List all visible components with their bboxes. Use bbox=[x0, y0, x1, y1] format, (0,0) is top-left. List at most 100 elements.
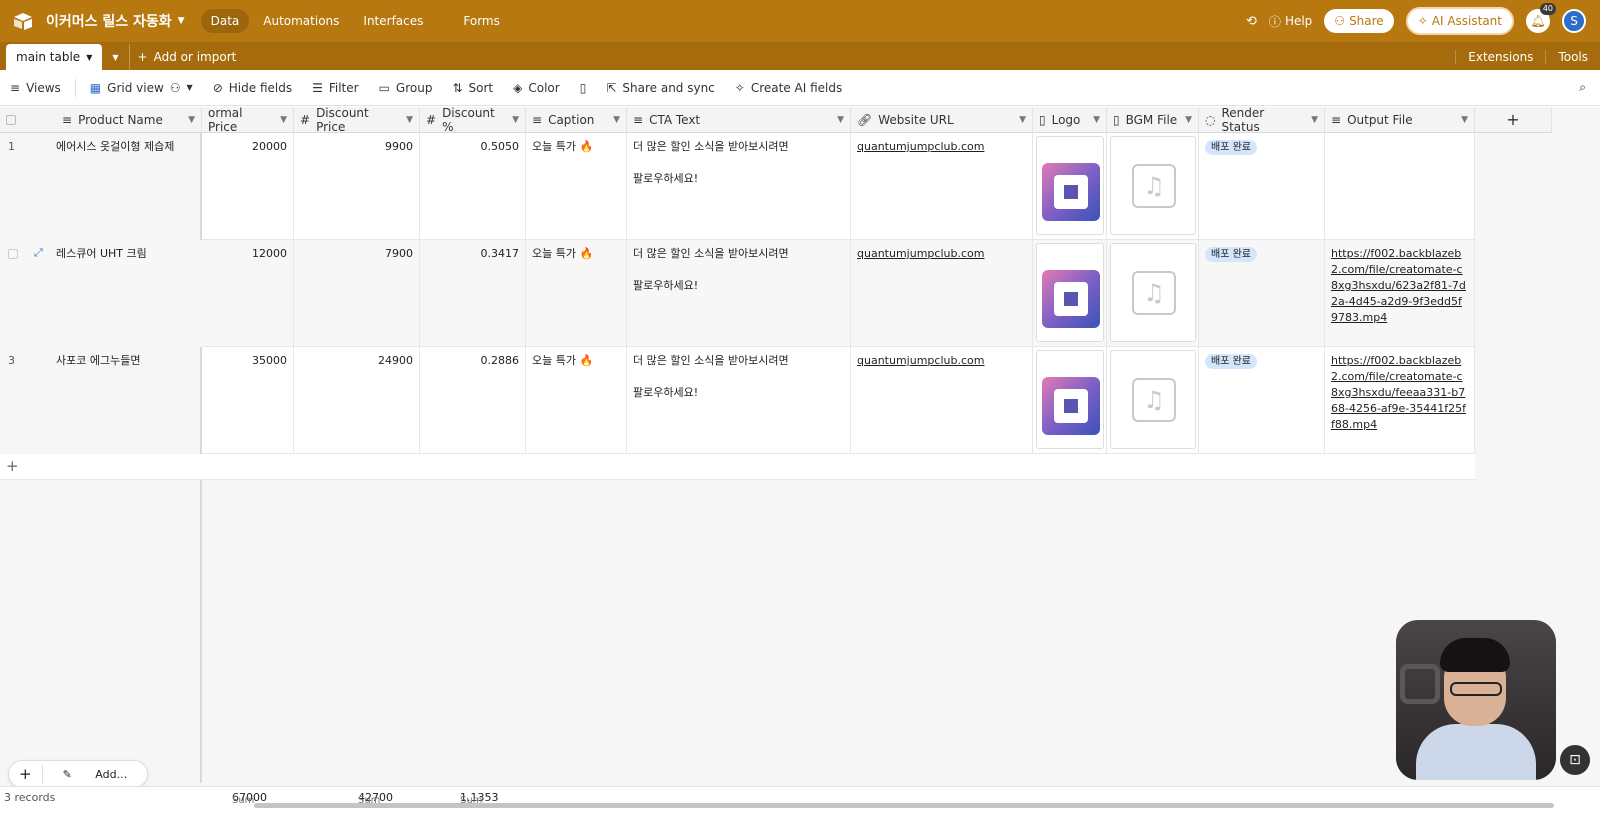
color-button[interactable]: ◈ Color bbox=[503, 81, 570, 95]
create-ai-fields-button[interactable]: ✧ Create AI fields bbox=[725, 81, 852, 95]
url-link[interactable]: quantumjumpclub.com bbox=[857, 140, 984, 153]
cell-normal-price[interactable]: 12000 bbox=[202, 240, 294, 347]
bgm-thumbnail[interactable]: ♫ bbox=[1110, 136, 1196, 235]
cell-output-file[interactable]: https://f002.backblazeb2.com/file/creato… bbox=[1325, 347, 1475, 454]
url-link[interactable]: quantumjumpclub.com bbox=[857, 354, 984, 367]
filter-button[interactable]: ☰ Filter bbox=[302, 81, 368, 95]
cell-logo[interactable] bbox=[1033, 347, 1107, 454]
cell-discount-pct[interactable]: 0.2886 bbox=[420, 347, 526, 454]
tools-button[interactable]: Tools bbox=[1545, 50, 1600, 64]
url-link[interactable]: quantumjumpclub.com bbox=[857, 247, 984, 260]
cell-bgm-file[interactable]: ♫ bbox=[1107, 347, 1199, 454]
cell-discount-price[interactable]: 7900 bbox=[294, 240, 420, 347]
cell-logo[interactable] bbox=[1033, 240, 1107, 347]
cell-product-name[interactable]: 레스큐어 UHT 크림 bbox=[50, 240, 202, 347]
logo-thumbnail[interactable] bbox=[1036, 350, 1104, 449]
cell-normal-price[interactable]: 20000 bbox=[202, 133, 294, 240]
add-record-button[interactable]: + bbox=[9, 765, 43, 783]
avatar[interactable]: S bbox=[1562, 9, 1586, 33]
share-sync-button[interactable]: ⇱ Share and sync bbox=[596, 81, 724, 95]
cell-caption[interactable]: 오늘 특가 🔥 bbox=[526, 347, 627, 454]
notifications-button[interactable]: 🔔︎ 40 bbox=[1526, 3, 1556, 33]
header-cta-text[interactable]: ≡ CTA Text ▼ bbox=[627, 107, 851, 133]
cell-website-url[interactable]: quantumjumpclub.com bbox=[851, 240, 1033, 347]
header-caption[interactable]: ≡ Caption ▼ bbox=[526, 107, 627, 133]
add-row-strip[interactable]: + bbox=[0, 454, 1475, 480]
expand-record-icon[interactable]: ⤢ bbox=[34, 246, 43, 260]
header-label: ormal Price bbox=[208, 107, 243, 133]
header-normal-price[interactable]: ormal Price ▼ bbox=[202, 107, 294, 133]
chevron-down-icon: ▼ bbox=[1311, 114, 1318, 125]
select-all-checkbox[interactable] bbox=[6, 114, 16, 125]
nav-tab-data[interactable]: Data bbox=[200, 9, 250, 33]
base-title[interactable]: 이커머스 릴스 자동화 ▼ bbox=[46, 11, 185, 31]
webcam-overlay bbox=[1396, 620, 1556, 780]
cell-cta-text[interactable]: 더 많은 할인 소식을 받아보시려면 팔로우하세요! bbox=[627, 133, 851, 240]
cell-normal-price[interactable]: 35000 bbox=[202, 347, 294, 454]
group-button[interactable]: ▭ Group bbox=[369, 81, 443, 95]
tables-dropdown[interactable]: ▼ bbox=[102, 44, 128, 70]
add-field-button[interactable]: + bbox=[1475, 107, 1552, 133]
header-bgm-file[interactable]: ▯ BGM File ▼ bbox=[1107, 107, 1199, 133]
header-discount-price[interactable]: # Discount Price ▼ bbox=[294, 107, 420, 133]
output-link[interactable]: https://f002.backblazeb2.com/file/creato… bbox=[1331, 247, 1466, 324]
cell-discount-price[interactable]: 9900 bbox=[294, 133, 420, 240]
tab-main-table[interactable]: main table ▼ bbox=[6, 44, 103, 70]
header-logo[interactable]: ▯ Logo ▼ bbox=[1033, 107, 1107, 133]
cell-website-url[interactable]: quantumjumpclub.com bbox=[851, 133, 1033, 240]
cell-product-name[interactable]: 에어시스 옷걸이형 제습제 bbox=[50, 133, 202, 240]
share-button[interactable]: ⚇ Share bbox=[1324, 9, 1394, 33]
screen-capture-icon[interactable]: ⊡ bbox=[1560, 745, 1590, 775]
bgm-thumbnail[interactable]: ♫ bbox=[1110, 243, 1196, 342]
cell-bgm-file[interactable]: ♫ bbox=[1107, 240, 1199, 347]
cell-discount-pct[interactable]: 0.3417 bbox=[420, 240, 526, 347]
help-button[interactable]: ⓘ Help bbox=[1269, 13, 1312, 30]
ai-assistant-button[interactable]: ✧ AI Assistant bbox=[1405, 7, 1514, 35]
airtable-logo-icon[interactable] bbox=[12, 12, 34, 30]
cell-discount-price[interactable]: 24900 bbox=[294, 347, 420, 454]
sort-button[interactable]: ⇅ Sort bbox=[442, 81, 503, 95]
header-discount-pct[interactable]: # Discount % ▼ bbox=[420, 107, 526, 133]
header-render-status[interactable]: ◌ Render Status ▼ bbox=[1199, 107, 1325, 133]
cell-bgm-file[interactable]: ♫ bbox=[1107, 133, 1199, 240]
add-or-import-button[interactable]: + Add or import bbox=[128, 44, 245, 70]
horizontal-scrollbar[interactable] bbox=[254, 803, 1554, 808]
cell-cta-text[interactable]: 더 많은 할인 소식을 받아보시려면 팔로우하세요! bbox=[627, 347, 851, 454]
cell-output-file[interactable] bbox=[1325, 133, 1475, 240]
chevron-down-icon: ▼ bbox=[188, 114, 195, 125]
row-checkbox[interactable] bbox=[8, 249, 18, 259]
music-file-icon: ♫ bbox=[1132, 164, 1176, 208]
cell-cta-text[interactable]: 더 많은 할인 소식을 받아보시려면 팔로우하세요! bbox=[627, 240, 851, 347]
cell-website-url[interactable]: quantumjumpclub.com bbox=[851, 347, 1033, 454]
history-icon[interactable]: ⟲ bbox=[1246, 14, 1257, 29]
grid-view-button[interactable]: ▦ Grid view ⚇ ▼ bbox=[80, 81, 203, 95]
cell-render-status[interactable]: 배포 완료 bbox=[1199, 347, 1325, 454]
hide-fields-button[interactable]: ⊘ Hide fields bbox=[203, 81, 302, 95]
logo-thumbnail[interactable] bbox=[1036, 243, 1104, 342]
extensions-button[interactable]: Extensions bbox=[1455, 50, 1545, 64]
row-height-button[interactable]: ▯ bbox=[570, 81, 597, 95]
cell-caption[interactable]: 오늘 특가 🔥 bbox=[526, 133, 627, 240]
plus-icon: + bbox=[1506, 110, 1520, 129]
search-icon[interactable]: ⌕ bbox=[1579, 80, 1586, 95]
cell-output-file[interactable]: https://f002.backblazeb2.com/file/creato… bbox=[1325, 240, 1475, 347]
cell-discount-pct[interactable]: 0.5050 bbox=[420, 133, 526, 240]
cell-product-name[interactable]: 사포코 에그누들면 bbox=[50, 347, 202, 454]
add-with-ai-button[interactable]: ✎ Add... bbox=[43, 768, 148, 781]
header-product-name[interactable]: ≡ Product Name ▼ bbox=[0, 107, 202, 133]
bgm-thumbnail[interactable]: ♫ bbox=[1110, 350, 1196, 449]
logo-thumbnail[interactable] bbox=[1036, 136, 1104, 235]
cell-render-status[interactable]: 배포 완료 bbox=[1199, 240, 1325, 347]
cell-render-status[interactable]: 배포 완료 bbox=[1199, 133, 1325, 240]
nav-tab-automations[interactable]: Automations bbox=[253, 9, 349, 33]
views-button[interactable]: ≡ Views bbox=[0, 81, 71, 95]
output-link[interactable]: https://f002.backblazeb2.com/file/creato… bbox=[1331, 354, 1466, 431]
row-number: 1 bbox=[8, 140, 15, 153]
header-website-url[interactable]: 🔗︎ Website URL ▼ bbox=[851, 107, 1033, 133]
cell-caption[interactable]: 오늘 특가 🔥 bbox=[526, 240, 627, 347]
cell-logo[interactable] bbox=[1033, 133, 1107, 240]
nav-tab-forms[interactable]: Forms bbox=[453, 9, 509, 33]
header-output-file[interactable]: ≡ Output File ▼ bbox=[1325, 107, 1475, 133]
sort-icon: ⇅ bbox=[452, 80, 463, 95]
nav-tab-interfaces[interactable]: Interfaces bbox=[353, 9, 433, 33]
